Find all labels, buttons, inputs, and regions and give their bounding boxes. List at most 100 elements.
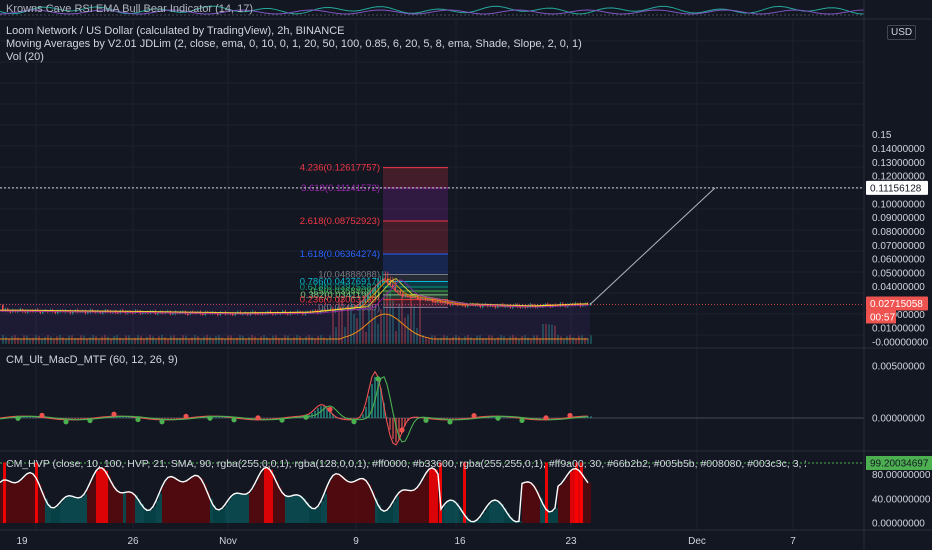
hvp-bar	[531, 482, 534, 523]
hvp-bar	[222, 508, 225, 523]
hvp-bar	[363, 478, 366, 523]
hvp-bar	[231, 496, 234, 523]
macd-cross-dot	[255, 415, 261, 421]
fib-zone	[383, 188, 448, 222]
hvp-bar	[99, 467, 102, 523]
hvp-bar	[525, 482, 528, 523]
hvp-bar	[495, 500, 498, 523]
macd-cross-dot	[399, 427, 405, 433]
hvp-bar	[159, 493, 162, 523]
candle-body	[372, 290, 374, 293]
hvp-bar	[315, 508, 318, 523]
hvp-bar	[300, 495, 303, 523]
hvp-bar	[87, 489, 90, 523]
candle-body	[384, 278, 387, 280]
macd-cross-dot	[159, 419, 165, 425]
hvp-axis-label: 0.00000000	[872, 519, 925, 530]
hvp-bar	[156, 500, 159, 523]
ma-indicator-title[interactable]: Moving Averages by V2.01 JDLim (2, close…	[6, 38, 582, 51]
hvp-bar	[270, 469, 273, 523]
hvp-bar	[555, 507, 558, 523]
hvp-bar	[75, 497, 78, 523]
macd-histogram-bar	[371, 384, 373, 418]
hvp-bar	[429, 469, 432, 523]
macd-indicator-title[interactable]: CM_Ult_MacD_MTF (60, 12, 26, 9)	[6, 354, 178, 367]
hvp-bar	[492, 500, 495, 523]
hvp-bar	[588, 482, 591, 523]
hvp-bar	[126, 492, 129, 523]
macd-cross-dot	[543, 415, 549, 421]
fib-level-label: 4.236(0.12617757)	[300, 163, 380, 174]
hvp-bar	[360, 478, 363, 523]
macd-cross-dot	[87, 417, 93, 424]
hvp-bar	[453, 500, 456, 523]
hvp-bar	[111, 481, 114, 523]
hvp-bar	[174, 477, 177, 523]
hvp-bar	[0, 482, 3, 523]
fib-level-label: 2.618(0.08752923)	[300, 216, 380, 227]
hvp-bar	[405, 489, 408, 523]
candle-body	[364, 299, 367, 303]
hvp-bar	[408, 490, 411, 523]
hvp-bar	[255, 483, 258, 523]
macd-cross-dot	[39, 412, 45, 418]
hvp-bar	[252, 488, 255, 523]
hvp-bar	[102, 467, 105, 523]
hvp-bar	[132, 492, 135, 523]
hvp-bar	[27, 473, 30, 523]
hvp-bar	[108, 475, 111, 523]
price-axis-label: 0.09000000	[872, 213, 925, 224]
hvp-bar	[351, 482, 354, 523]
hvp-bar	[162, 486, 165, 523]
symbol-title[interactable]: Loom Network / US Dollar (calculated by …	[6, 25, 345, 38]
hvp-bar	[417, 487, 420, 523]
candle-body	[117, 312, 119, 314]
hvp-bar	[339, 474, 342, 523]
top-indicator-title[interactable]: Krowns Cave RSI EMA Bull Bear Indicator …	[6, 3, 253, 16]
hvp-bar	[249, 492, 252, 523]
hvp-bar	[288, 496, 291, 523]
hvp-indicator-title[interactable]: CM_HVP (close, 10, 100, HVP, 21, SMA, 90…	[6, 458, 806, 471]
macd-cross-dot	[471, 413, 477, 419]
hvp-bar	[585, 478, 588, 523]
hvp-bar	[90, 482, 93, 523]
hvp-bar	[150, 509, 153, 523]
hvp-bar	[291, 496, 294, 523]
candle-body	[172, 313, 174, 315]
hvp-bar	[69, 495, 72, 523]
hvp-extreme-bar	[35, 462, 38, 523]
price-axis-label: 0.07000000	[872, 241, 925, 252]
candle-body	[377, 285, 379, 288]
hvp-bar	[216, 508, 219, 523]
hvp-bar	[165, 480, 168, 523]
hvp-bar	[267, 467, 270, 523]
price-axis-label: 0.04000000	[872, 282, 925, 293]
price-axis-label: 0.13000000	[872, 158, 925, 169]
macd-cross-dot	[447, 419, 453, 425]
hvp-bar	[444, 504, 447, 523]
hvp-bar	[201, 478, 204, 523]
macd-histogram-bar	[590, 416, 592, 418]
fib-level-label: 3.618(0.11141572)	[301, 183, 380, 194]
time-axis-label: 26	[127, 536, 139, 547]
macd-axis-label: 0.00000000	[872, 414, 925, 425]
time-axis-label: 23	[565, 536, 577, 547]
currency-button[interactable]: USD	[887, 25, 917, 40]
macd-cross-dot	[519, 417, 525, 424]
hvp-bar	[345, 479, 348, 523]
hvp-bar	[180, 481, 183, 523]
hvp-extreme-bar	[545, 462, 548, 523]
macd-cross-dot	[279, 417, 285, 423]
fib-zone	[383, 254, 448, 275]
hvp-bar	[561, 483, 564, 523]
volume-indicator-title[interactable]: Vol (20)	[6, 51, 44, 64]
hvp-bar	[414, 490, 417, 523]
macd-cross-dot	[183, 413, 189, 419]
macd-cross-dot	[423, 417, 429, 423]
macd-axis-label: 0.00500000	[872, 362, 925, 373]
time-axis-label: Dec	[688, 536, 706, 547]
hvp-bar	[189, 479, 192, 523]
macd-cross-dot	[63, 419, 69, 425]
hvp-bar	[81, 497, 84, 523]
hvp-bar	[312, 508, 315, 523]
